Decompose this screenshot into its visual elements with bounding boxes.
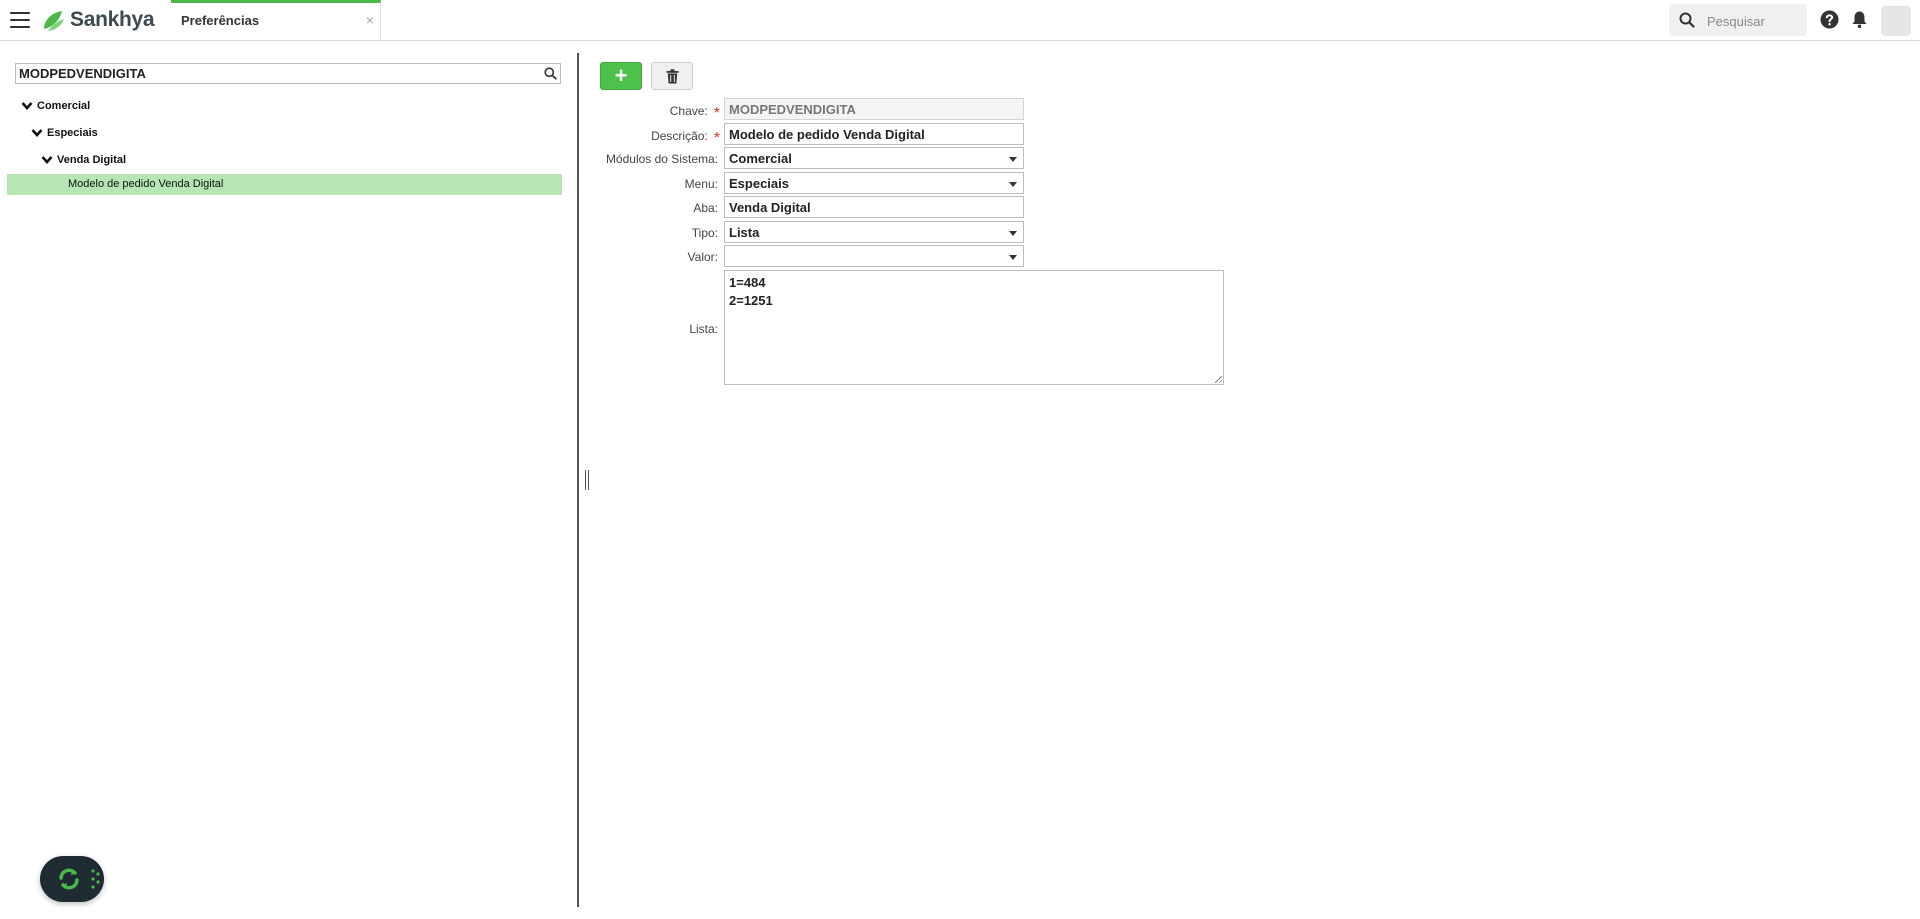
global-search[interactable] <box>1669 4 1807 36</box>
tree-panel: Comercial Especiais Venda Digital Modelo… <box>0 41 577 911</box>
tree-leaf-selected[interactable]: Modelo de pedido Venda Digital <box>7 174 562 195</box>
tipo-select[interactable]: Lista <box>724 221 1024 243</box>
tree-search-field[interactable] <box>15 63 561 84</box>
chevron-down-icon <box>1009 182 1017 187</box>
aba-field[interactable]: Venda Digital <box>724 196 1024 218</box>
chevron-down-icon <box>1009 231 1017 236</box>
floating-assistant-button[interactable] <box>40 856 104 902</box>
tipo-label: Tipo: <box>691 226 718 240</box>
modulos-value: Comercial <box>729 151 792 166</box>
modulos-label: Módulos do Sistema: <box>605 152 718 166</box>
tree-node-venda-digital[interactable]: Venda Digital <box>41 151 126 169</box>
chevron-down-icon <box>1009 255 1017 260</box>
trash-icon <box>666 69 679 84</box>
lista-line: 1=484 <box>729 275 766 290</box>
menu-label: Menu: <box>684 177 718 191</box>
resize-grip-icon[interactable] <box>1215 376 1222 383</box>
tree-node-comercial[interactable]: Comercial <box>21 97 90 115</box>
lista-label: Lista: <box>689 322 718 336</box>
required-marker: * <box>713 105 720 122</box>
plus-icon: + <box>614 63 628 88</box>
chave-field: MODPEDVENDIGITA <box>724 98 1024 120</box>
top-bar: Sankhya Preferências × <box>0 0 1920 41</box>
tree-node-label: Comercial <box>37 100 91 112</box>
sankhya-logo-icon <box>44 11 64 31</box>
chevron-down-icon[interactable] <box>21 101 33 111</box>
tree-node-label: Especiais <box>47 127 98 139</box>
tree-node-label: Venda Digital <box>57 154 127 166</box>
chevron-down-icon <box>1009 157 1017 162</box>
chevron-down-icon[interactable] <box>41 155 53 165</box>
chave-value: MODPEDVENDIGITA <box>729 102 856 117</box>
modulos-select[interactable]: Comercial <box>724 147 1024 169</box>
tree-leaf-label: Modelo de pedido Venda Digital <box>68 178 224 190</box>
add-button[interactable]: + <box>600 62 642 90</box>
menu-select[interactable]: Especiais <box>724 172 1024 194</box>
tab-preferencias[interactable]: Preferências × <box>171 0 381 40</box>
resize-handle[interactable] <box>585 470 589 490</box>
brand-name: Sankhya <box>70 8 155 31</box>
chave-label: Chave: * <box>669 104 720 122</box>
avatar[interactable] <box>1881 6 1911 36</box>
search-icon <box>1679 12 1695 28</box>
logo[interactable]: Sankhya <box>40 6 155 34</box>
chevron-down-icon[interactable] <box>31 128 43 138</box>
valor-select[interactable] <box>724 245 1024 267</box>
tab-label: Preferências <box>181 13 260 28</box>
aba-label: Aba: <box>693 201 718 215</box>
close-icon[interactable]: × <box>366 12 374 28</box>
refresh-icon <box>59 868 79 890</box>
lista-line: 2=1251 <box>729 293 773 308</box>
tipo-value: Lista <box>729 225 760 240</box>
menu-icon[interactable] <box>10 12 30 28</box>
menu-value: Especiais <box>729 176 789 191</box>
aba-value: Venda Digital <box>729 200 811 215</box>
dots-icon <box>91 869 100 889</box>
tree-search-input[interactable] <box>19 65 529 82</box>
search-icon[interactable] <box>544 67 557 80</box>
required-marker: * <box>713 130 720 147</box>
help-icon[interactable] <box>1820 10 1839 29</box>
tree-node-especiais[interactable]: Especiais <box>31 124 98 142</box>
descricao-label: Descrição: * <box>651 129 720 147</box>
delete-button[interactable] <box>651 62 693 90</box>
bell-icon[interactable] <box>1851 10 1868 29</box>
lista-textarea[interactable]: 1=484 2=1251 <box>724 270 1224 385</box>
descricao-field[interactable]: Modelo de pedido Venda Digital <box>724 123 1024 145</box>
descricao-value: Modelo de pedido Venda Digital <box>729 127 925 142</box>
valor-label: Valor: <box>687 250 718 264</box>
global-search-input[interactable] <box>1705 11 1805 31</box>
